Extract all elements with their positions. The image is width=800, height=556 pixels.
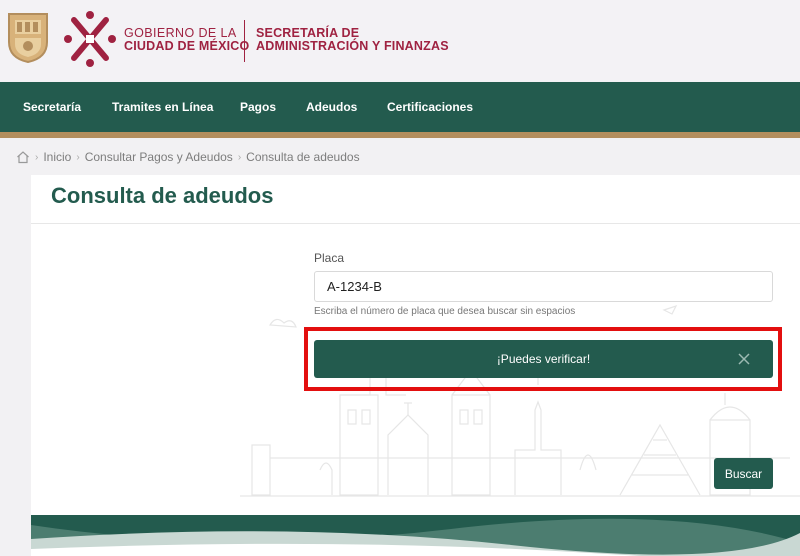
page-title: Consulta de adeudos: [51, 183, 274, 208]
breadcrumb-consultar-pagos[interactable]: Consultar Pagos y Adeudos: [85, 150, 233, 164]
site-header: GOBIERNO DE LA CIUDAD DE MÉXICO SECRETAR…: [0, 0, 800, 82]
government-name: GOBIERNO DE LA CIUDAD DE MÉXICO: [124, 27, 249, 53]
nav-gold-stripe: [0, 132, 800, 138]
secretariat-line-2: ADMINISTRACIÓN Y FINANZAS: [256, 39, 449, 53]
main-nav: Secretaría Tramites en Línea Pagos Adeud…: [0, 82, 800, 132]
header-divider: [244, 20, 245, 62]
breadcrumb-separator: ›: [237, 151, 242, 163]
nav-item-pagos[interactable]: Pagos: [240, 82, 276, 132]
secretariat-name: SECRETARÍA DE ADMINISTRACIÓN Y FINANZAS: [256, 27, 449, 53]
breadcrumb-inicio[interactable]: Inicio: [43, 150, 71, 164]
government-line-2: CIUDAD DE MÉXICO: [124, 39, 250, 53]
nav-item-certificaciones[interactable]: Certificaciones: [387, 82, 473, 132]
placa-hint: Escriba el número de placa que desea bus…: [314, 306, 576, 317]
coat-of-arms-icon: [8, 13, 48, 64]
title-divider: [31, 223, 800, 224]
placa-input[interactable]: [314, 271, 773, 302]
breadcrumb: › Inicio › Consultar Pagos y Adeudos › C…: [16, 148, 360, 166]
cdmx-logo-icon: [64, 11, 116, 67]
placa-label: Placa: [314, 251, 345, 265]
search-button[interactable]: Buscar: [714, 458, 773, 489]
nav-item-adeudos[interactable]: Adeudos: [306, 82, 357, 132]
close-icon[interactable]: [737, 352, 751, 366]
breadcrumb-separator: ›: [35, 151, 39, 163]
home-icon[interactable]: [16, 150, 30, 164]
alert-message: ¡Puedes verificar!: [496, 352, 591, 366]
nav-item-tramites[interactable]: Tramites en Línea: [112, 82, 213, 132]
nav-item-secretaria[interactable]: Secretaría: [23, 82, 81, 132]
footer-waves-decoration: [31, 515, 800, 556]
breadcrumb-separator: ›: [76, 151, 80, 163]
success-alert: ¡Puedes verificar!: [314, 340, 773, 378]
breadcrumb-current: Consulta de adeudos: [246, 150, 360, 164]
